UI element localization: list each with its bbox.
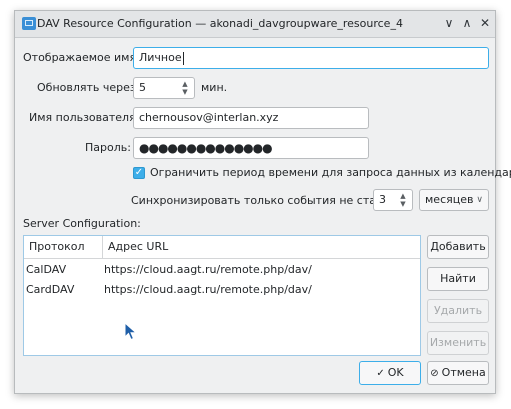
text-caret	[182, 51, 184, 65]
refresh-unit-label: мин.	[201, 81, 228, 94]
close-icon[interactable]: ✕	[477, 15, 493, 31]
remove-button[interactable]: Удалить	[427, 299, 489, 323]
table-row[interactable]: CardDAV https://cloud.aagt.ru/remote.php…	[24, 280, 420, 300]
server-table[interactable]: Протокол Адрес URL CalDAV https://cloud.…	[23, 235, 421, 356]
password-value: ●●●●●●●●●●●●●●	[139, 141, 273, 155]
row-protocol: CardDAV	[26, 283, 75, 296]
username-value: chernousov@interlan.xyz	[139, 111, 279, 124]
sync-value: 3	[379, 193, 386, 206]
cancel-label: Отмена	[441, 366, 486, 379]
window-title: DAV Resource Configuration — akonadi_dav…	[37, 17, 403, 30]
password-label: Пароль:	[85, 141, 131, 154]
spin-arrows-icon[interactable]: ▲ ▼	[397, 192, 409, 208]
checkmark-icon: ✓	[376, 368, 385, 379]
display-name-label: Отображаемое имя:	[23, 51, 140, 64]
row-protocol: CalDAV	[26, 263, 67, 276]
find-button[interactable]: Найти	[427, 267, 489, 291]
table-row[interactable]: CalDAV https://cloud.aagt.ru/remote.php/…	[24, 260, 420, 280]
username-label: Имя пользователя:	[29, 111, 140, 124]
sync-unit-select[interactable]: месяцев ∨	[419, 189, 489, 211]
refresh-value: 5	[139, 81, 146, 94]
sync-unit-value: месяцев	[425, 193, 474, 206]
cancel-icon: ⊘	[430, 368, 439, 379]
refresh-spinbox[interactable]: 5 ▲ ▼	[133, 77, 195, 99]
display-name-value: Личное	[139, 51, 182, 64]
limit-checkbox-label[interactable]: Ограничить период времени для запроса да…	[150, 166, 511, 179]
ok-button[interactable]: ✓ OK	[359, 361, 421, 385]
chevron-down-icon: ∨	[476, 195, 483, 205]
dialog-window: DAV Resource Configuration — akonadi_dav…	[14, 10, 511, 394]
limit-checkbox[interactable]: ✓	[133, 167, 145, 179]
mouse-cursor-icon	[124, 322, 138, 341]
column-protocol[interactable]: Протокол	[24, 236, 102, 258]
table-header: Протокол Адрес URL	[24, 236, 420, 259]
sync-spinbox[interactable]: 3 ▲ ▼	[373, 189, 413, 211]
add-button[interactable]: Добавить	[427, 235, 489, 259]
username-input[interactable]: chernousov@interlan.xyz	[133, 107, 369, 129]
cancel-button[interactable]: ⊘ Отмена	[427, 361, 489, 385]
sync-label: Синхронизировать только события не старш…	[131, 194, 400, 207]
spin-arrows-icon[interactable]: ▲ ▼	[179, 80, 191, 96]
minimize-icon[interactable]: ∨	[441, 15, 457, 31]
ok-label: OK	[387, 366, 404, 379]
row-url: https://cloud.aagt.ru/remote.php/dav/	[104, 263, 312, 276]
titlebar[interactable]: DAV Resource Configuration — akonadi_dav…	[15, 11, 495, 38]
edit-button[interactable]: Изменить	[427, 331, 489, 355]
column-url[interactable]: Адрес URL	[102, 236, 420, 258]
server-config-label: Server Configuration:	[23, 217, 141, 230]
row-url: https://cloud.aagt.ru/remote.php/dav/	[104, 283, 312, 296]
refresh-label: Обновлять через	[37, 81, 136, 94]
display-name-input[interactable]: Личное	[133, 47, 489, 69]
password-input[interactable]: ●●●●●●●●●●●●●●	[133, 137, 369, 159]
maximize-icon[interactable]: ∧	[459, 15, 475, 31]
